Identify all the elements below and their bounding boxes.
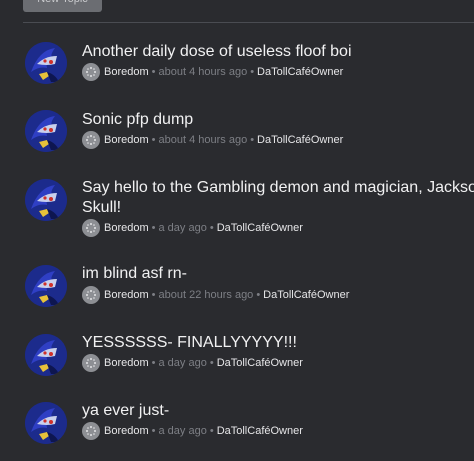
topic-meta: Boredom • about 4 hours ago • DaTollCafé…: [82, 63, 343, 81]
author-link[interactable]: DaTollCaféOwner: [217, 222, 303, 234]
topic-title[interactable]: Say hello to the Gambling demon and magi…: [82, 178, 474, 218]
category-link[interactable]: Boredom: [104, 66, 149, 78]
category-link[interactable]: Boredom: [104, 357, 149, 369]
category-link[interactable]: Boredom: [104, 289, 149, 301]
separator: •: [151, 134, 156, 146]
topic-meta: Boredom • a day ago • DaTollCaféOwner: [82, 219, 303, 237]
category-icon: [82, 131, 100, 149]
author-link[interactable]: DaTollCaféOwner: [257, 66, 343, 78]
category-link[interactable]: Boredom: [104, 134, 149, 146]
topic-meta: Boredom • a day ago • DaTollCaféOwner: [82, 354, 303, 372]
new-topic-button[interactable]: New Topic: [23, 0, 102, 12]
topic-title[interactable]: Sonic pfp dump: [82, 110, 193, 130]
separator: •: [256, 289, 261, 301]
avatar[interactable]: [25, 265, 67, 307]
separator: •: [151, 222, 156, 234]
divider: [23, 22, 474, 23]
topic-title[interactable]: im blind asf rn-: [82, 264, 187, 284]
avatar[interactable]: [25, 402, 67, 444]
topic-meta: Boredom • a day ago • DaTollCaféOwner: [82, 422, 303, 440]
author-link[interactable]: DaTollCaféOwner: [263, 289, 349, 301]
separator: •: [250, 66, 255, 78]
separator: •: [209, 425, 214, 437]
separator: •: [250, 134, 255, 146]
category-icon: [82, 286, 100, 304]
avatar[interactable]: [25, 110, 67, 152]
separator: •: [151, 66, 156, 78]
topic-title[interactable]: ya ever just-: [82, 401, 169, 421]
timestamp: a day ago: [158, 425, 207, 437]
category-link[interactable]: Boredom: [104, 425, 149, 437]
timestamp: about 22 hours ago: [158, 289, 254, 301]
topic-title[interactable]: Another daily dose of useless floof boi: [82, 42, 352, 62]
topic-meta: Boredom • about 22 hours ago • DaTollCaf…: [82, 286, 349, 304]
separator: •: [209, 222, 214, 234]
timestamp: a day ago: [158, 222, 207, 234]
topic-meta: Boredom • about 4 hours ago • DaTollCafé…: [82, 131, 343, 149]
separator: •: [151, 289, 156, 301]
avatar[interactable]: [25, 179, 67, 221]
topic-list-page: New Topic Another daily dose of useless …: [0, 0, 474, 461]
avatar[interactable]: [25, 334, 67, 376]
timestamp: about 4 hours ago: [158, 66, 248, 78]
category-icon: [82, 63, 100, 81]
author-link[interactable]: DaTollCaféOwner: [217, 357, 303, 369]
category-icon: [82, 219, 100, 237]
category-icon: [82, 354, 100, 372]
author-link[interactable]: DaTollCaféOwner: [217, 425, 303, 437]
category-link[interactable]: Boredom: [104, 222, 149, 234]
author-link[interactable]: DaTollCaféOwner: [257, 134, 343, 146]
topic-title[interactable]: YESSSSSS- FINALLYYYYY!!!: [82, 333, 297, 353]
avatar[interactable]: [25, 42, 67, 84]
timestamp: a day ago: [158, 357, 207, 369]
category-icon: [82, 422, 100, 440]
timestamp: about 4 hours ago: [158, 134, 248, 146]
separator: •: [151, 425, 156, 437]
separator: •: [209, 357, 214, 369]
separator: •: [151, 357, 156, 369]
